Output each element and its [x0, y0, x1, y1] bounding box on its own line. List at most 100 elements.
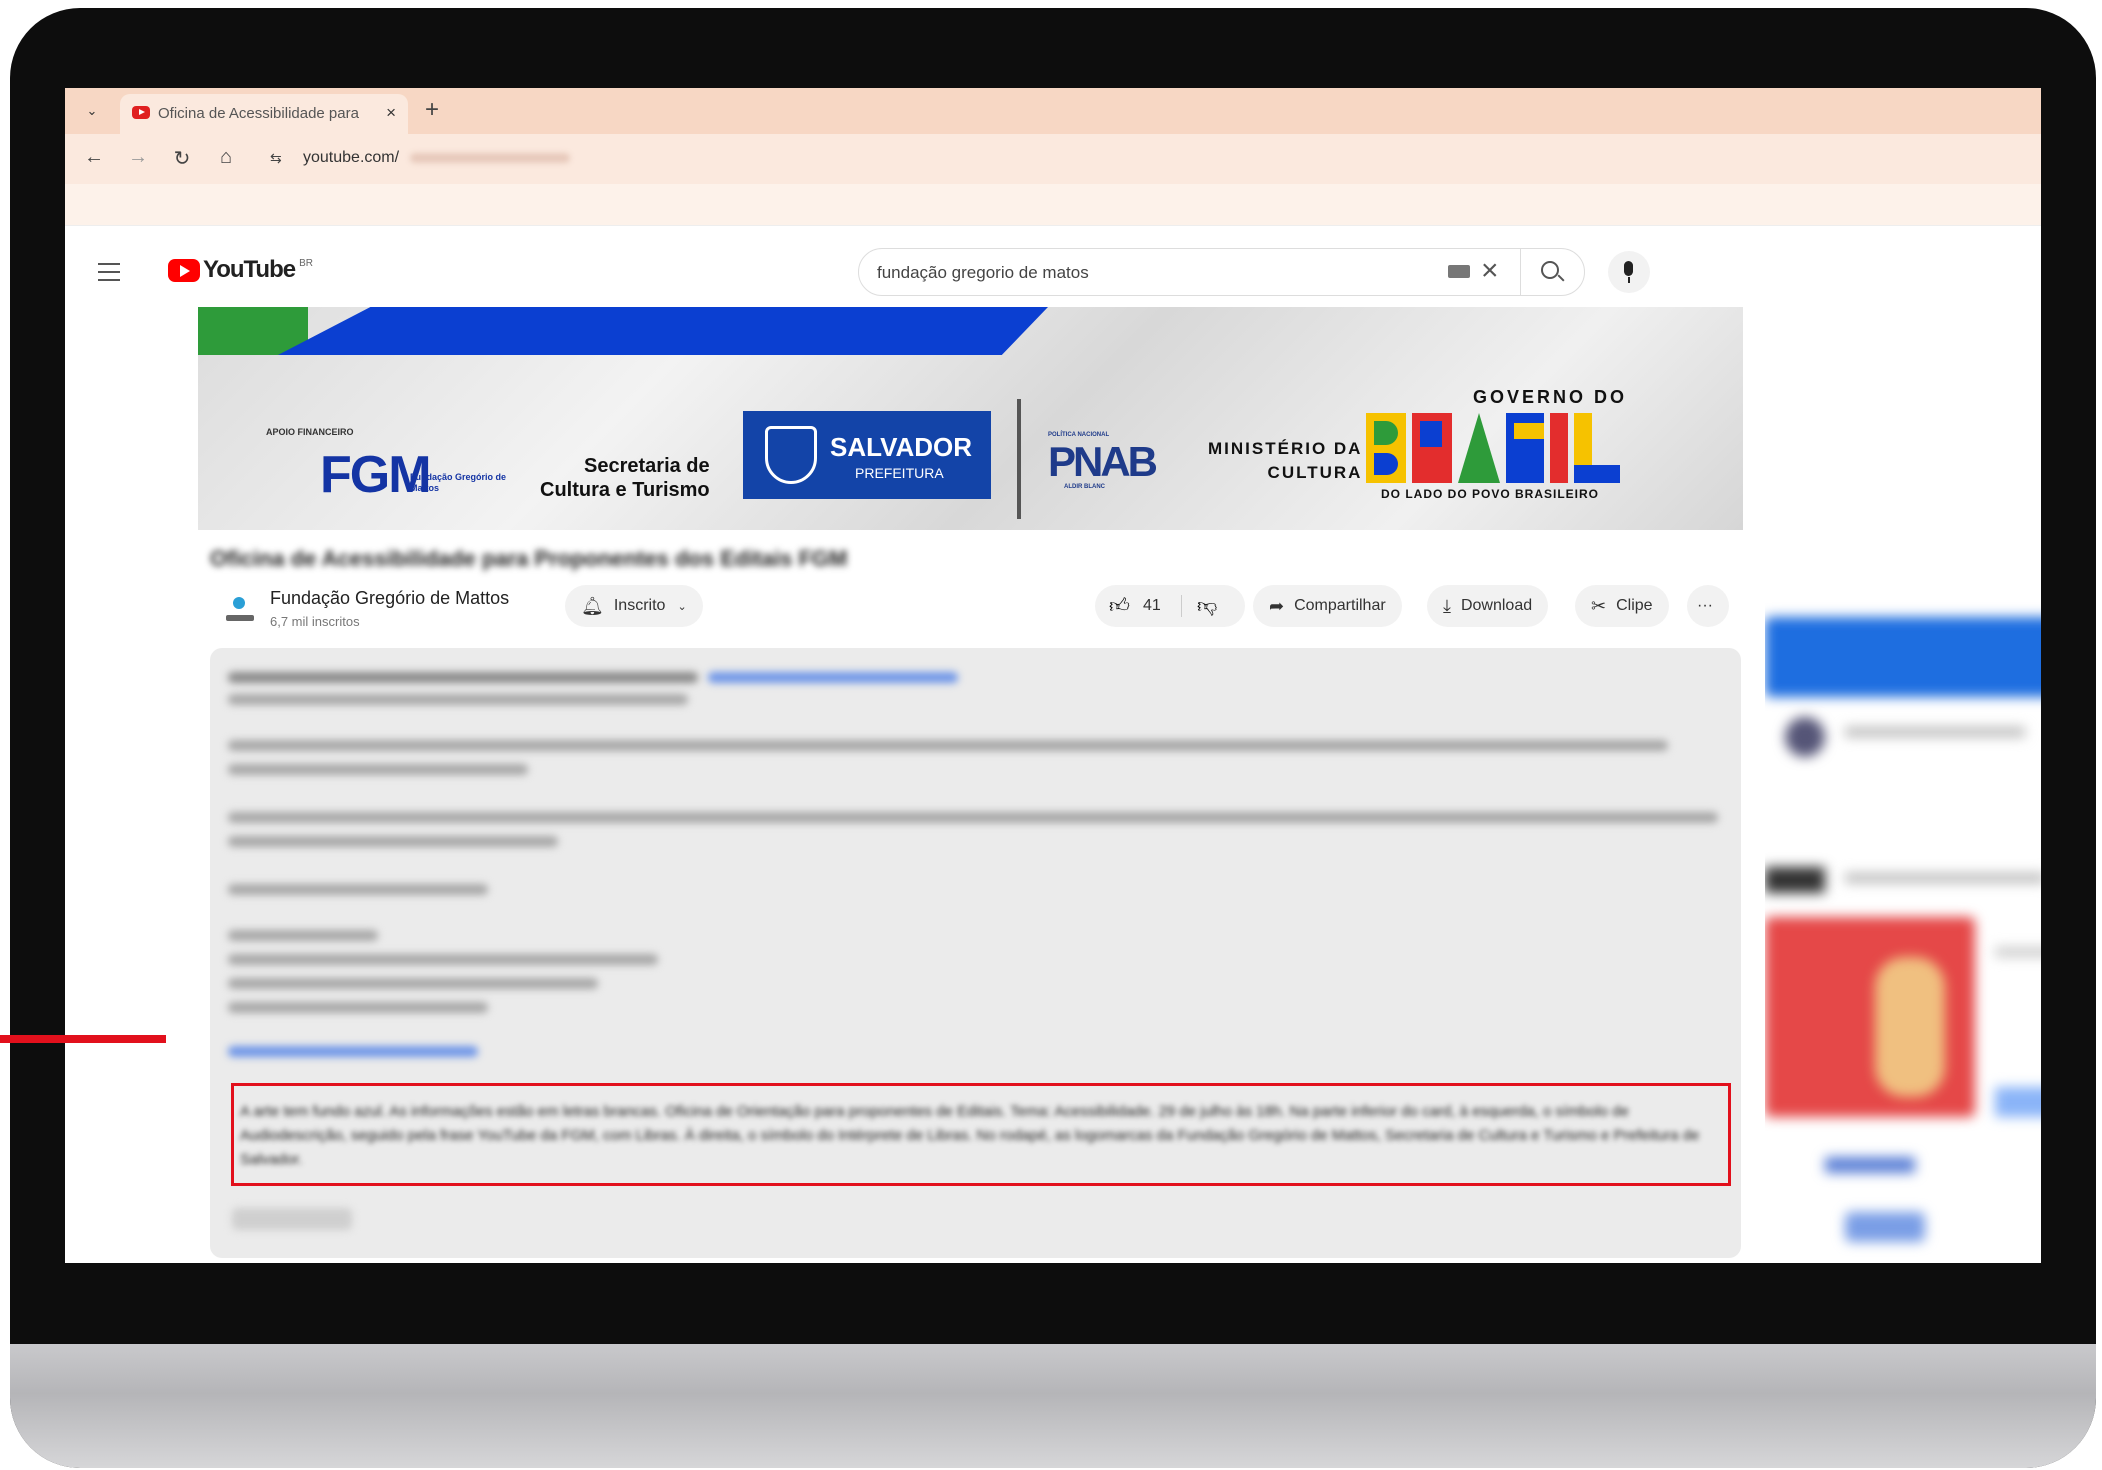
salvador-text: SALVADOR — [830, 432, 973, 462]
salvador-crest-icon — [765, 426, 817, 484]
url-field[interactable]: youtube.com/ — [303, 149, 399, 167]
banner-green-stripe — [198, 307, 308, 355]
search-input[interactable]: fundação gregorio de matos × — [858, 248, 1585, 296]
video-title: Oficina de Acessibilidade para Proponent… — [210, 546, 848, 571]
highlight-box: A arte tem fundo azul. As informações es… — [231, 1083, 1731, 1186]
scissors-icon: ✂ — [1591, 595, 1607, 616]
secretaria-logo: Secretaria de Cultura e Turismo — [540, 454, 710, 502]
more-icon: ··· — [1697, 597, 1713, 614]
monitor-frame: ⌄ Oficina de Acessibilidade para × + ← →… — [10, 8, 2096, 1468]
sidebar-text — [1995, 947, 2041, 957]
recommendations-sidebar — [1765, 307, 2041, 1263]
like-divider — [1181, 595, 1182, 617]
search-icon — [1541, 261, 1559, 279]
brasil-logo — [1366, 413, 1622, 483]
channel-name[interactable]: Fundação Gregório de Mattos — [270, 588, 509, 609]
sidebar-avatar[interactable] — [1785, 717, 1825, 757]
reload-icon[interactable]: ↻ — [169, 146, 195, 171]
video-player-banner[interactable]: APOIO FINANCEIRO FGM Fundação Gregório d… — [198, 307, 1743, 530]
banner-divider — [1017, 399, 1021, 519]
clip-button[interactable]: ✂ Clipe — [1575, 585, 1669, 627]
prefeitura-text: PREFEITURA — [855, 465, 944, 481]
home-icon[interactable]: ⌂ — [213, 146, 239, 169]
share-icon: ➦ — [1269, 595, 1285, 616]
sidebar-text — [1845, 873, 2041, 883]
dislike-icon[interactable]: 👎︎ — [1197, 594, 1217, 618]
description-line — [228, 694, 688, 705]
highlighted-description-text: A arte tem fundo azul. As informações es… — [240, 1103, 1700, 1168]
youtube-logo[interactable]: YouTube BR — [168, 256, 313, 284]
clear-search-icon[interactable]: × — [1481, 256, 1499, 286]
pnab-sub-text: ALDIR BLANC — [1064, 484, 1105, 490]
ministerio-line-2: CULTURA — [1267, 463, 1363, 482]
governo-text: GOVERNO DO — [1473, 387, 1628, 407]
sidebar-thumbnail-figure — [1875, 957, 1945, 1097]
description-line — [228, 740, 1668, 751]
subscribe-button[interactable]: 🔔︎ Inscrito ⌄ — [565, 585, 703, 627]
description-line — [228, 978, 598, 989]
show-less-button[interactable] — [232, 1208, 352, 1230]
sidebar-text — [1995, 1087, 2041, 1117]
address-bar: ← → ↻ ⌂ ⇆ youtube.com/ — [65, 134, 2041, 184]
like-dislike-group: 👍︎ 41 👎︎ — [1095, 585, 1245, 627]
description-hashtags — [708, 672, 958, 683]
chevron-down-icon: ⌄ — [677, 600, 687, 613]
tab-close-icon[interactable]: × — [386, 103, 396, 123]
back-icon[interactable]: ← — [81, 146, 107, 169]
sidebar-chip[interactable] — [1765, 867, 1825, 893]
ministerio-line-1: MINISTÉRIO DA — [1208, 439, 1363, 458]
share-label: Compartilhar — [1294, 597, 1386, 614]
more-actions-button[interactable]: ··· — [1687, 585, 1729, 627]
sidebar-text — [1825, 1157, 1915, 1173]
channel-avatar[interactable] — [220, 591, 260, 631]
voice-search-button[interactable] — [1608, 251, 1650, 293]
ministerio-logo: MINISTÉRIO DA CULTURA — [1208, 437, 1362, 485]
pnab-logo: PNAB — [1048, 438, 1158, 485]
youtube-favicon-icon — [132, 106, 150, 119]
description-line — [228, 764, 528, 775]
description-line — [228, 812, 1718, 823]
region-code: BR — [299, 257, 313, 269]
subscribe-label: Inscrito — [613, 597, 666, 614]
secretaria-line-2: Cultura e Turismo — [540, 479, 710, 501]
search-button[interactable] — [1520, 248, 1585, 296]
salvador-logo: SALVADOR PREFEITURA — [743, 411, 991, 499]
search-query: fundação gregorio de matos — [877, 263, 1089, 282]
tab-title: Oficina de Acessibilidade para — [158, 105, 359, 122]
menu-icon[interactable] — [98, 263, 120, 287]
description-line — [228, 930, 378, 941]
bell-icon: 🔔︎ — [581, 595, 604, 616]
clip-label: Clipe — [1616, 597, 1653, 614]
monitor-chin — [10, 1344, 2096, 1468]
description-divider — [228, 884, 488, 895]
banner-apoio: APOIO FINANCEIRO — [266, 427, 354, 437]
like-icon[interactable]: 👍︎ — [1109, 594, 1130, 618]
youtube-play-icon — [168, 258, 200, 282]
url-path-blurred — [410, 153, 570, 163]
secretaria-line-1: Secretaria de — [584, 455, 710, 477]
tab-strip: ⌄ Oficina de Acessibilidade para × + — [65, 88, 2041, 134]
site-info-icon[interactable]: ⇆ — [270, 150, 282, 167]
description-line — [228, 1002, 488, 1013]
share-button[interactable]: ➦ Compartilhar — [1253, 585, 1402, 627]
description-line — [228, 954, 658, 965]
browser-tab[interactable]: Oficina de Acessibilidade para × — [120, 94, 408, 134]
download-icon: ⤓ — [1443, 595, 1451, 616]
sidebar-ad-card[interactable] — [1765, 617, 2041, 697]
youtube-wordmark: YouTube — [203, 256, 296, 283]
annotation-pointer-line — [0, 1035, 166, 1043]
browser-screen: ⌄ Oficina de Acessibilidade para × + ← →… — [65, 88, 2041, 1263]
keyboard-icon[interactable] — [1448, 265, 1470, 278]
like-count[interactable]: 41 — [1143, 597, 1161, 615]
download-button[interactable]: ⤓ Download — [1427, 585, 1549, 627]
description-stats — [228, 672, 698, 683]
tab-search-chevron-icon[interactable]: ⌄ — [79, 98, 105, 124]
sidebar-thumbnail[interactable] — [1845, 1212, 1925, 1242]
bookmarks-bar — [65, 184, 2041, 226]
sidebar-text — [1845, 727, 2025, 737]
fgm-logo-subtitle: Fundação Gregório de Mattos — [410, 472, 507, 493]
lado-text: DO LADO DO POVO BRASILEIRO — [1381, 487, 1600, 501]
download-label: Download — [1460, 597, 1533, 614]
forward-icon[interactable]: → — [125, 146, 151, 169]
new-tab-button[interactable]: + — [425, 96, 439, 124]
